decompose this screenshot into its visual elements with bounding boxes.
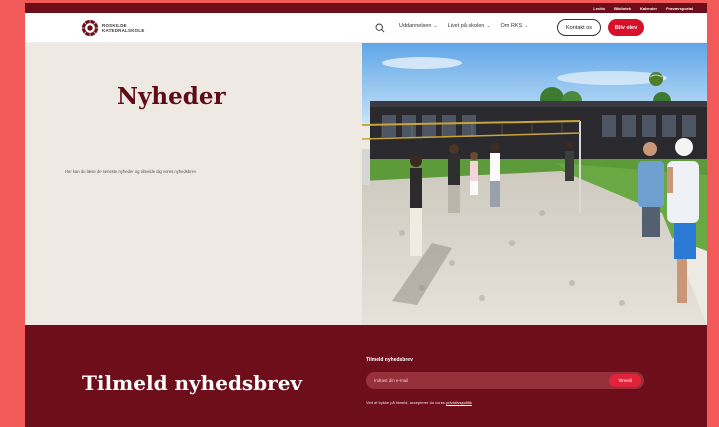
become-student-button[interactable]: Bliv elev [608, 19, 644, 36]
email-input[interactable] [374, 372, 604, 389]
page-subtitle: Her kan du læse de seneste nyheder og ti… [65, 169, 197, 174]
newsletter-section: Tilmeld nyhedsbrev Tilmeld nyhedsbrev Ti… [25, 325, 707, 427]
menu-item-uddannelsen[interactable]: Uddannelsen ⌄ [399, 23, 438, 29]
menu-item-label: Om RKS [500, 23, 523, 29]
chevron-down-icon: ⌄ [524, 23, 529, 29]
hero-section: Nyheder Her kan du læse de seneste nyhed… [25, 43, 707, 325]
utility-link-bibliotek[interactable]: Bibliotek [614, 6, 631, 11]
newsletter-title: Tilmeld nyhedsbrev [82, 371, 303, 395]
logo-line-2: KATEDRALSKOLE [102, 28, 145, 33]
page-title: Nyheder [117, 83, 226, 110]
hero-text-panel: Nyheder Her kan du læse de seneste nyhed… [25, 43, 362, 325]
privacy-policy-link[interactable]: privatlivspolitik [446, 400, 472, 405]
utility-link-kalender[interactable]: Kalender [640, 6, 657, 11]
chevron-down-icon: ⌄ [486, 23, 491, 29]
newsletter-form: Tilmeld [366, 372, 644, 389]
volleyball-photo [362, 43, 707, 325]
main-navigation: ROSKILDE KATEDRALSKOLE Uddannelsen ⌄ Liv… [25, 13, 707, 43]
utility-bar: Lectio Bibliotek Kalender Fraværsportal [25, 3, 707, 13]
crest-icon [81, 19, 99, 37]
browser-page: Lectio Bibliotek Kalender Fraværsportal [25, 3, 707, 427]
newsletter-form-label: Tilmeld nyhedsbrev [366, 357, 413, 363]
chevron-down-icon: ⌄ [433, 23, 438, 29]
utility-link-lectio[interactable]: Lectio [593, 6, 605, 11]
school-logo[interactable]: ROSKILDE KATEDRALSKOLE [81, 19, 145, 37]
search-icon[interactable] [375, 23, 385, 33]
contact-button[interactable]: Kontakt os [557, 19, 601, 36]
menu-item-label: Uddannelsen [399, 23, 432, 29]
primary-menu: Uddannelsen ⌄ Livet på skolen ⌄ Om RKS ⌄ [399, 23, 528, 29]
utility-link-fravaer[interactable]: Fraværsportal [666, 6, 693, 11]
consent-text: Ved at trykke på tilmeld, accepterer du … [366, 400, 472, 405]
menu-item-livet-paa-skolen[interactable]: Livet på skolen ⌄ [448, 23, 491, 29]
hero-image [362, 43, 707, 325]
logo-wordmark: ROSKILDE KATEDRALSKOLE [102, 23, 145, 33]
subscribe-button[interactable]: Tilmeld [609, 374, 641, 387]
consent-prefix: Ved at trykke på tilmeld, accepterer du … [366, 400, 445, 405]
menu-item-label: Livet på skolen [447, 23, 485, 29]
menu-item-om-rks[interactable]: Om RKS ⌄ [501, 23, 529, 29]
